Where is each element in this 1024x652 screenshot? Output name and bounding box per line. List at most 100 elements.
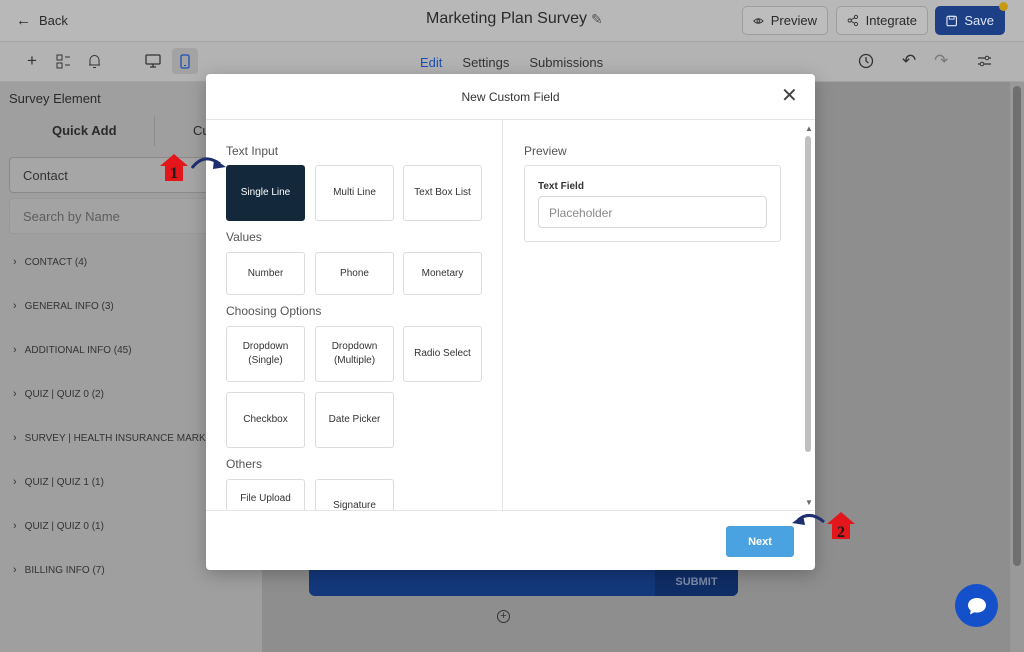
option-file-upload[interactable]: File Upload: [226, 479, 305, 510]
preview-button[interactable]: Preview: [742, 6, 828, 35]
modal-header: New Custom Field ✕: [206, 74, 815, 120]
category-item[interactable]: › QUIZ | QUIZ 0 (2): [13, 388, 104, 400]
new-custom-field-modal: New Custom Field ✕ Text Input Single Lin…: [206, 74, 815, 570]
option-phone[interactable]: Phone: [315, 252, 394, 295]
close-icon[interactable]: ✕: [781, 86, 798, 106]
category-item[interactable]: › CONTACT (4): [13, 256, 87, 268]
save-button[interactable]: Save: [935, 6, 1005, 35]
editor-tabs: Edit Settings Submissions: [420, 55, 603, 70]
modal-scrollbar[interactable]: ▲ ▼: [805, 124, 813, 509]
category-item[interactable]: › QUIZ | QUIZ 1 (1): [13, 476, 104, 488]
mobile-view-button[interactable]: [172, 48, 198, 74]
chat-icon: [967, 597, 986, 614]
option-dropdown-single[interactable]: Dropdown (Single): [226, 326, 305, 382]
option-number[interactable]: Number: [226, 252, 305, 295]
chevron-right-icon: ›: [13, 476, 17, 488]
preview-field-label: Text Field: [538, 181, 584, 192]
scrollbar-thumb[interactable]: [1013, 86, 1021, 566]
notification-dot: [999, 2, 1008, 11]
tab-settings[interactable]: Settings: [462, 55, 509, 70]
element-icon[interactable]: [56, 54, 71, 69]
category-label: GENERAL INFO (3): [24, 300, 114, 312]
plus-icon[interactable]: +: [27, 51, 37, 71]
submit-button[interactable]: SUBMIT: [655, 568, 738, 596]
step-2-annotation: 2: [792, 512, 855, 541]
option-radio-select[interactable]: Radio Select: [403, 326, 482, 382]
desktop-view-button[interactable]: [140, 48, 166, 74]
back-arrow-icon: ←: [16, 12, 31, 29]
tab-submissions[interactable]: Submissions: [529, 55, 603, 70]
chevron-right-icon: ›: [13, 256, 17, 268]
panel-title: Survey Element: [9, 91, 101, 106]
preview-label: Preview: [770, 13, 817, 28]
top-bar: ← Back Marketing Plan Survey ✎ Preview I…: [0, 0, 1024, 42]
modal-title: New Custom Field: [461, 90, 560, 104]
group-title-others: Others: [226, 457, 263, 471]
field-type-list[interactable]: Text Input Single Line Multi Line Text B…: [206, 120, 503, 510]
filter-icon[interactable]: [977, 55, 992, 67]
share-icon: [847, 14, 859, 27]
category-item[interactable]: › GENERAL INFO (3): [13, 300, 114, 312]
category-label: BILLING INFO (7): [24, 564, 105, 576]
scroll-up-icon[interactable]: ▲: [805, 124, 813, 133]
mobile-icon: [180, 53, 190, 69]
option-monetary[interactable]: Monetary: [403, 252, 482, 295]
chevron-right-icon: ›: [13, 432, 17, 444]
save-icon: [946, 15, 957, 26]
back-button[interactable]: ← Back: [16, 12, 68, 29]
option-signature[interactable]: Signature: [315, 479, 394, 510]
category-label: QUIZ | QUIZ 0 (1): [24, 520, 104, 532]
category-item[interactable]: › ADDITIONAL INFO (45): [13, 344, 132, 356]
modal-footer: Next: [206, 510, 815, 570]
arrow-head-icon: [792, 515, 805, 525]
group-title-values: Values: [226, 230, 262, 244]
option-dropdown-multiple[interactable]: Dropdown (Multiple): [315, 326, 394, 382]
option-date-picker[interactable]: Date Picker: [315, 392, 394, 448]
save-label: Save: [964, 13, 994, 28]
category-label: ADDITIONAL INFO (45): [24, 344, 132, 356]
step-1-number: 1: [170, 165, 178, 182]
tab-divider: [154, 116, 155, 146]
step-1-annotation: 1: [160, 154, 226, 182]
modal-scrollbar-thumb[interactable]: [805, 136, 811, 452]
option-checkbox[interactable]: Checkbox: [226, 392, 305, 448]
page-scrollbar[interactable]: [1010, 82, 1024, 652]
add-section-icon[interactable]: +: [497, 610, 510, 623]
group-title-choosing-options: Choosing Options: [226, 304, 322, 318]
chat-button[interactable]: [955, 584, 998, 627]
category-item[interactable]: › SURVEY | HEALTH INSURANCE MARKE: [13, 432, 212, 444]
category-label: CONTACT (4): [24, 256, 88, 268]
option-text-box-list[interactable]: Text Box List: [403, 165, 482, 221]
arrow-head-icon: [213, 159, 226, 169]
preview-title: Preview: [524, 144, 567, 158]
integrate-label: Integrate: [865, 13, 917, 28]
group-title-text-input: Text Input: [226, 144, 279, 158]
step-2-number: 2: [837, 524, 845, 541]
category-label: QUIZ | QUIZ 1 (1): [24, 476, 104, 488]
next-button[interactable]: Next: [726, 526, 794, 557]
pencil-icon[interactable]: ✎: [591, 11, 603, 28]
chevron-right-icon: ›: [13, 564, 17, 576]
survey-title: Marketing Plan Survey: [426, 10, 587, 27]
preview-card: Text Field Placeholder: [524, 165, 781, 242]
chevron-right-icon: ›: [13, 388, 17, 400]
preview-text-input[interactable]: Placeholder: [538, 196, 767, 228]
history-icon[interactable]: [858, 53, 874, 69]
category-label: SURVEY | HEALTH INSURANCE MARKE: [24, 432, 213, 444]
category-item[interactable]: › BILLING INFO (7): [13, 564, 105, 576]
category-item[interactable]: › QUIZ | QUIZ 0 (1): [13, 520, 104, 532]
desktop-icon: [145, 54, 161, 68]
chevron-right-icon: ›: [13, 344, 17, 356]
option-multi-line[interactable]: Multi Line: [315, 165, 394, 221]
category-label: QUIZ | QUIZ 0 (2): [24, 388, 104, 400]
tab-edit[interactable]: Edit: [420, 55, 442, 70]
bell-icon[interactable]: [88, 54, 101, 69]
tab-quick-add[interactable]: Quick Add: [52, 123, 117, 138]
option-single-line[interactable]: Single Line: [226, 165, 305, 221]
undo-icon[interactable]: ↶: [902, 51, 916, 71]
back-label: Back: [39, 13, 68, 28]
redo-icon[interactable]: ↷: [934, 51, 948, 71]
integrate-button[interactable]: Integrate: [836, 6, 928, 35]
page-title: Marketing Plan Survey ✎: [426, 10, 603, 28]
chevron-right-icon: ›: [13, 300, 17, 312]
